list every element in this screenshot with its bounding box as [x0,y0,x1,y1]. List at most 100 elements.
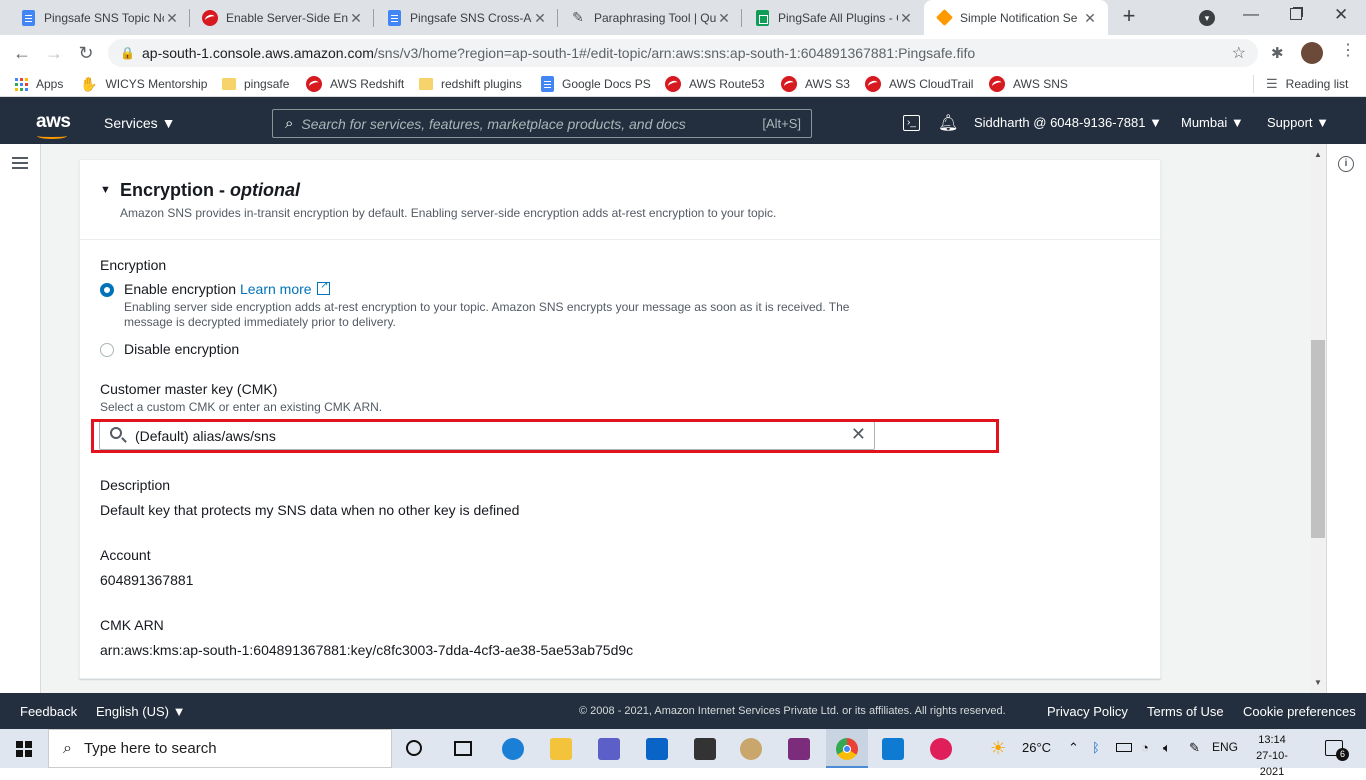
bookmark-aws-route53[interactable]: AWS Route53 [665,75,765,93]
close-window-icon[interactable]: ✕ [1334,5,1348,25]
taskbar-search-input[interactable]: ⌕ Type here to search [48,729,392,768]
cloudshell-icon[interactable]: ›_ [903,115,920,131]
bookmark-google-docs-ps[interactable]: Google Docs PS [541,75,651,93]
bookmark-redshift-plugins[interactable]: redshift plugins [419,75,522,93]
slack-icon[interactable] [930,738,952,760]
scrollbar-thumb[interactable] [1311,340,1325,538]
terms-of-use-link[interactable]: Terms of Use [1147,704,1224,719]
info-icon[interactable]: i [1338,156,1354,172]
bookmark-aws-cloudtrail[interactable]: AWS CloudTrail [865,75,973,93]
cortana-icon[interactable] [406,740,422,756]
scroll-up-arrow-icon[interactable]: ▲ [1314,150,1322,159]
highlight-annotation-box [91,419,999,453]
reload-icon[interactable]: ↻ [74,41,98,65]
browser-tab[interactable]: Enable Server-Side Enc ✕ [190,0,374,35]
tray-chevron-icon[interactable]: ⌃ [1068,740,1079,756]
weather-icon[interactable]: ☀︎ [990,738,1006,759]
support-menu[interactable]: Support ▼ [1267,115,1329,130]
language-indicator[interactable]: ENG [1212,740,1238,754]
profile-avatar[interactable] [1301,42,1323,64]
restore-icon[interactable] [1290,8,1302,20]
back-arrow-icon[interactable]: ← [10,41,34,65]
region-menu[interactable]: Mumbai ▼ [1181,115,1244,130]
enable-encryption-radio[interactable] [100,283,114,297]
task-view-icon[interactable] [454,741,472,756]
chrome-menu-icon[interactable]: ⋮ [1340,42,1356,60]
bookmark-apps[interactable]: Apps [15,75,63,93]
system-clock[interactable]: 13:14 27-10-2021 [1247,732,1297,780]
extensions-puzzle-icon[interactable]: ✱ [1271,44,1284,62]
weather-temperature[interactable]: 26°C [1022,740,1051,755]
language-selector[interactable]: English (US) ▼ [96,704,185,719]
chrome-taskbar-button-active[interactable] [826,729,868,768]
bookmark-aws-s3[interactable]: AWS S3 [781,75,850,93]
bookmark-aws-redshift[interactable]: AWS Redshift [306,75,404,93]
browser-tab[interactable]: Pingsafe SNS Cross-Ac ✕ [374,0,558,35]
browser-tab[interactable]: Pingsafe SNS Topic Nc ✕ [8,0,190,35]
bookmarks-bar: Apps ✋ WICYS Mentorship pingsafe AWS Red… [0,71,1366,97]
trend-micro-icon [865,76,881,92]
cmk-arn-value: arn:aws:kms:ap-south-1:604891367881:key/… [100,642,634,658]
tab-search-icon[interactable]: ▾ [1199,10,1215,26]
learn-more-link[interactable]: Learn more [240,281,312,297]
browser-tab[interactable]: ✎ Paraphrasing Tool | Qu ✕ [558,0,742,35]
close-tab-icon[interactable]: ✕ [348,10,364,26]
services-menu-button[interactable]: Services ▼ [104,115,175,131]
winrar-icon[interactable] [788,738,810,760]
aws-logo[interactable]: aws [36,111,71,139]
encryption-panel-header[interactable]: ▼ Encryption - optional Amazon SNS provi… [80,160,1160,240]
aws-search-input[interactable]: ⌕ Search for services, features, marketp… [272,109,812,138]
google-docs-icon [386,9,402,26]
close-tab-icon[interactable]: ✕ [164,10,180,26]
forward-arrow-icon[interactable]: → [42,41,66,65]
hamburger-menu-icon[interactable] [12,157,28,169]
browser-tab[interactable]: PingSafe All Plugins - C ✕ [742,0,924,35]
caret-down-icon: ▼ [172,704,186,719]
bluetooth-icon[interactable]: ᛒ [1092,740,1100,755]
trend-micro-icon [665,76,681,92]
external-link-icon[interactable]: ↗ [317,280,331,295]
close-tab-icon[interactable]: ✕ [532,10,548,26]
bookmark-pingsafe[interactable]: pingsafe [222,75,289,93]
collapse-caret-icon[interactable]: ▼ [100,184,111,196]
battery-icon[interactable] [1116,743,1132,752]
new-tab-icon[interactable]: + [1118,5,1140,28]
folder-icon [419,78,433,90]
windows-start-icon[interactable] [16,741,32,757]
store-icon[interactable] [694,738,716,760]
disable-encryption-label[interactable]: Disable encryption [124,341,239,357]
url-bar[interactable]: 🔒 ap-south-1.console.aws.amazon.com/sns/… [108,39,1258,67]
vscode-icon[interactable] [882,738,904,760]
browser-tab-active[interactable]: Simple Notification Se ✕ [924,0,1108,35]
notification-center-icon[interactable]: 6 [1325,740,1349,761]
close-tab-icon[interactable]: ✕ [716,10,732,26]
scroll-down-arrow-icon[interactable]: ▼ [1314,678,1322,687]
mail-icon[interactable] [646,738,668,760]
account-label: Account [100,547,151,563]
clock-time: 13:14 [1258,734,1286,746]
bookmark-wicys[interactable]: ✋ WICYS Mentorship [80,75,207,93]
privacy-policy-link[interactable]: Privacy Policy [1047,704,1128,719]
account-menu[interactable]: Siddharth @ 6048-9136-7881 ▼ [974,115,1162,130]
bookmark-label: Google Docs PS [562,77,651,91]
wifi-icon[interactable]: ◔ [1141,740,1149,755]
feedback-link[interactable]: Feedback [20,704,77,719]
paint-icon[interactable] [740,738,762,760]
close-tab-icon[interactable]: ✕ [1082,10,1098,26]
page-scrollbar[interactable]: ▲ ▼ [1310,144,1326,693]
disable-encryption-radio[interactable] [100,343,114,357]
file-explorer-icon[interactable] [550,738,572,760]
enable-encryption-label[interactable]: Enable encryption Learn more ↗ [124,280,331,297]
bookmark-star-icon[interactable]: ☆ [1232,43,1246,63]
teams-icon[interactable] [598,738,620,760]
notifications-bell-icon[interactable]: 🔔︎ [938,113,958,133]
minimize-icon[interactable]: — [1243,6,1259,24]
close-tab-icon[interactable]: ✕ [898,10,914,26]
google-docs-icon [541,76,554,92]
edge-icon[interactable] [502,738,524,760]
cookie-preferences-link[interactable]: Cookie preferences [1243,704,1356,719]
edit-icon[interactable]: ✎ [1189,740,1200,756]
bookmark-aws-sns[interactable]: AWS SNS [989,75,1068,93]
reading-list[interactable]: ☰ Reading list [1266,75,1348,93]
volume-icon[interactable]: 🔈︎ [1163,740,1171,756]
